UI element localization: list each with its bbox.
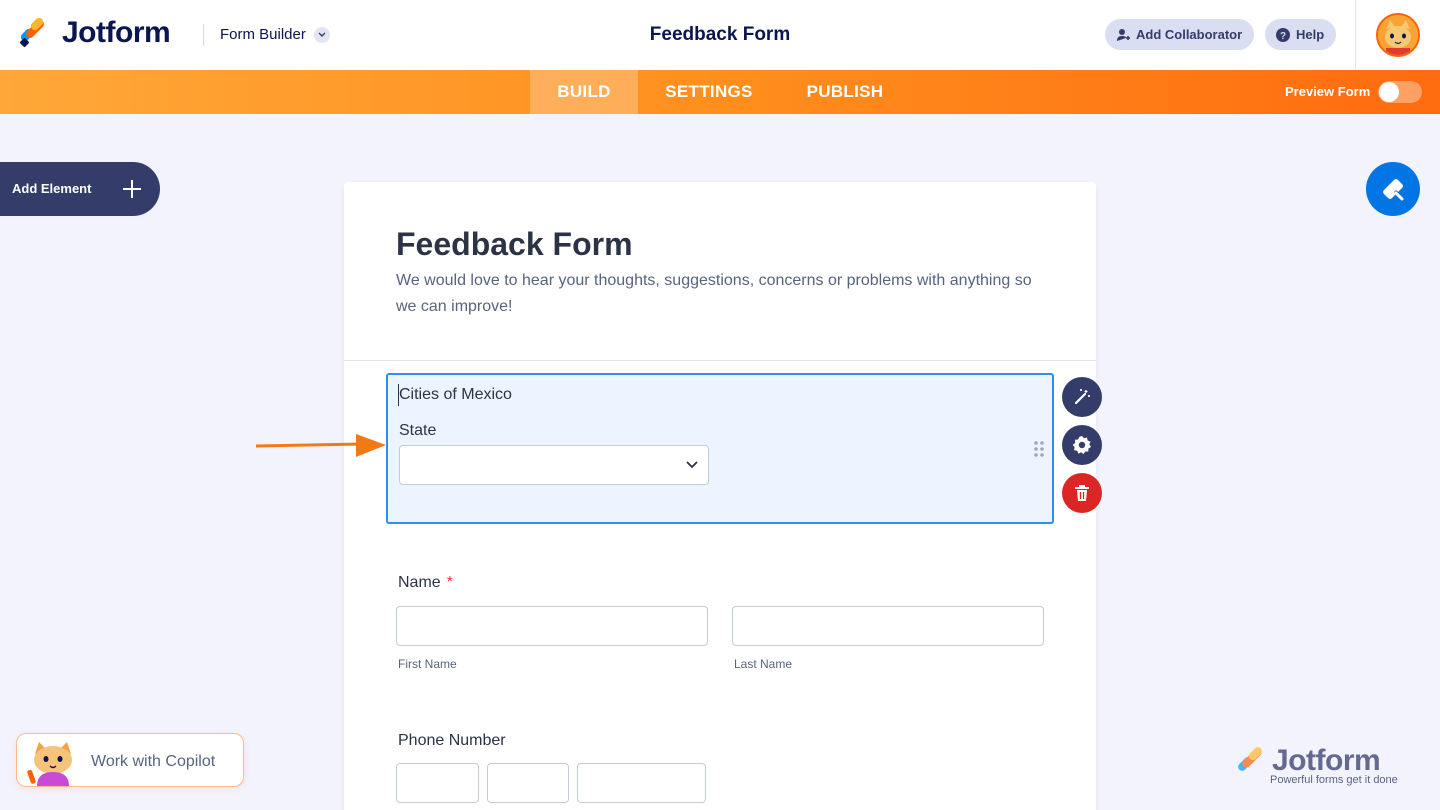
cities-of-mexico-field[interactable]: Cities of Mexico State — [386, 373, 1054, 524]
avatar[interactable] — [1376, 13, 1420, 57]
builder-nav: BUILD SETTINGS PUBLISH Preview Form — [0, 70, 1440, 114]
tab-settings[interactable]: SETTINGS — [648, 70, 770, 114]
trash-icon — [1075, 485, 1089, 501]
copilot-cat-icon — [27, 742, 72, 786]
header-divider — [203, 24, 204, 46]
tab-build[interactable]: BUILD — [530, 70, 638, 114]
watermark-tagline: Powerful forms get it done — [1270, 774, 1398, 786]
work-with-copilot-button[interactable]: Work with Copilot — [16, 733, 244, 787]
watermark-brand-name: Jotform — [1272, 744, 1381, 777]
add-collaborator-button[interactable]: Add Collaborator — [1105, 19, 1255, 50]
required-mark: * — [446, 574, 453, 591]
form-designer-button[interactable] — [1366, 162, 1420, 216]
phone-line-input[interactable] — [577, 763, 706, 803]
add-element-label: Add Element — [12, 181, 92, 196]
first-name-sublabel: First Name — [398, 657, 457, 671]
last-name-sublabel: Last Name — [734, 657, 793, 671]
field-settings-button[interactable] — [1062, 425, 1102, 465]
copilot-label: Work with Copilot — [91, 753, 216, 770]
plus-icon — [123, 180, 141, 198]
state-select[interactable] — [399, 445, 709, 485]
field-title[interactable]: Cities of Mexico — [399, 386, 512, 404]
add-user-icon — [1115, 27, 1131, 43]
preview-form-toggle[interactable] — [1378, 81, 1422, 103]
preview-form-label: Preview Form — [1285, 84, 1371, 99]
form-builder-dropdown[interactable]: Form Builder — [220, 26, 330, 43]
last-name-input[interactable] — [732, 606, 1044, 646]
help-label: Help — [1296, 27, 1325, 42]
phone-number-label: Phone Number — [398, 732, 506, 749]
name-label-text: Name — [398, 574, 441, 591]
svg-text:?: ? — [1280, 31, 1286, 42]
field-delete-button[interactable] — [1062, 473, 1102, 513]
state-label: State — [399, 422, 437, 439]
form-builder-label: Form Builder — [220, 26, 306, 43]
toggle-knob — [1379, 82, 1399, 102]
header-divider-right — [1355, 0, 1356, 70]
name-label: Name * — [398, 574, 453, 592]
jotform-watermark: Jotform Powerful forms get it done — [1234, 744, 1398, 786]
tab-publish[interactable]: PUBLISH — [790, 70, 900, 114]
page-title[interactable]: Feedback Form — [650, 24, 790, 45]
field-wand-button[interactable] — [1062, 377, 1102, 417]
drag-handle-icon[interactable] — [1034, 441, 1044, 457]
cat-avatar-icon — [1378, 15, 1418, 55]
jotform-logo[interactable]: Jotform — [18, 16, 171, 50]
header-divider-line — [344, 360, 1096, 361]
first-name-input[interactable] — [396, 606, 708, 646]
help-button[interactable]: ? Help — [1265, 19, 1337, 50]
logo-text: Jotform — [62, 16, 171, 49]
chevron-down-icon — [686, 461, 698, 469]
add-element-button[interactable]: Add Element — [0, 162, 160, 216]
jotform-watermark-icon — [1238, 747, 1262, 771]
add-collaborator-label: Add Collaborator — [1136, 27, 1243, 42]
paint-roller-icon — [1383, 179, 1404, 201]
jotform-logo-icon — [18, 16, 48, 49]
help-icon: ? — [1275, 27, 1291, 43]
arrow-annotation-icon — [256, 434, 386, 457]
phone-prefix-input[interactable] — [487, 763, 569, 803]
form-heading[interactable]: Feedback Form — [396, 226, 633, 263]
form-subheading[interactable]: We would love to hear your thoughts, sug… — [396, 268, 1036, 320]
phone-area-code-input[interactable] — [396, 763, 479, 803]
chevron-down-icon — [313, 26, 330, 43]
top-header: Jotform Form Builder Feedback Form Add C… — [0, 0, 1440, 70]
magic-wand-icon — [1074, 389, 1090, 405]
gear-icon — [1072, 436, 1091, 454]
